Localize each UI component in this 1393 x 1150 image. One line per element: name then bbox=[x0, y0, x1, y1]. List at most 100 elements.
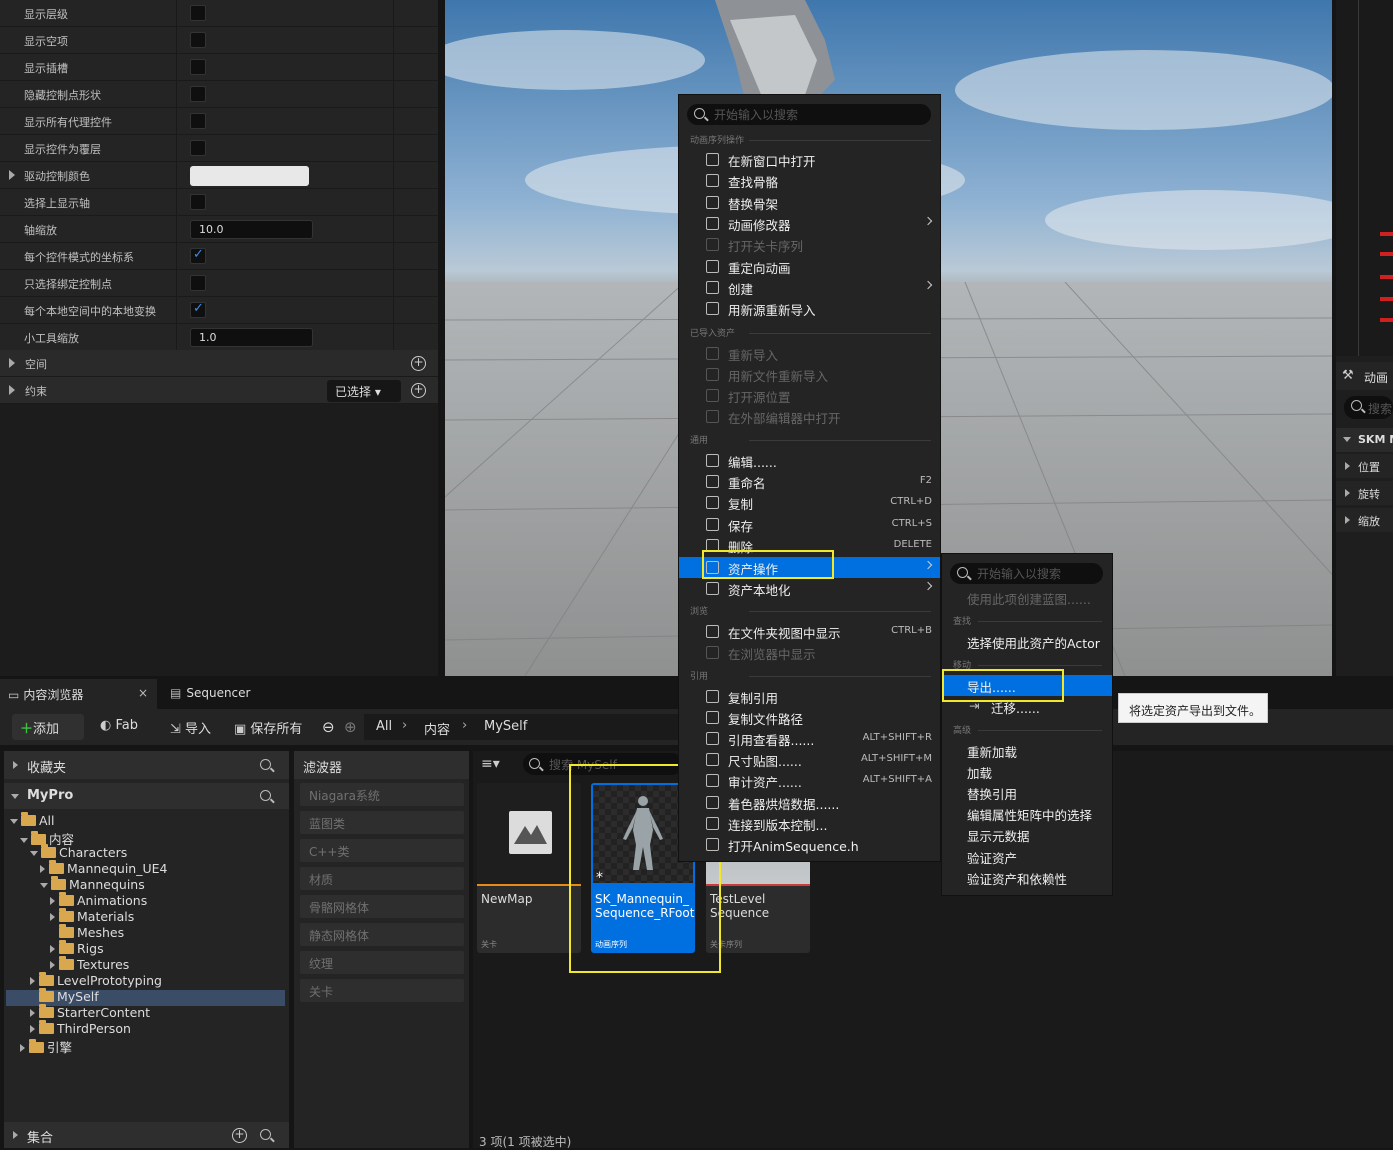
filter-item[interactable]: 材质 bbox=[300, 867, 464, 890]
filter-item[interactable]: 蓝图类 bbox=[300, 811, 464, 834]
add-circle-icon[interactable]: + bbox=[411, 356, 426, 371]
menu-item[interactable]: 复制 CTRL+D bbox=[679, 492, 940, 513]
expand-arrow-icon[interactable] bbox=[9, 385, 15, 395]
search-icon[interactable] bbox=[260, 759, 271, 770]
close-icon[interactable]: × bbox=[138, 686, 148, 700]
menu-item[interactable]: 打开AnimSequence.h bbox=[679, 834, 940, 855]
collections-header[interactable]: 集合 + bbox=[4, 1122, 289, 1148]
menu-item[interactable]: 用新文件重新导入 bbox=[679, 364, 940, 385]
menu-item[interactable]: 打开关卡序列 bbox=[679, 234, 940, 255]
menu-item[interactable]: 尺寸贴图...... ALT+SHIFT+M bbox=[679, 749, 940, 770]
add-circle-icon[interactable]: + bbox=[411, 383, 426, 398]
tree-folder[interactable]: Characters bbox=[30, 844, 127, 860]
submenu-item[interactable]: 验证资产和依赖性 bbox=[942, 867, 1112, 888]
property-checkbox[interactable] bbox=[190, 194, 206, 210]
selected-dropdown[interactable]: 已选择 ▾ bbox=[327, 380, 401, 402]
menu-item[interactable]: 保存 CTRL+S bbox=[679, 514, 940, 535]
tab-content-browser[interactable]: ▭ 内容浏览器 × bbox=[0, 679, 157, 709]
tree-folder[interactable]: ThirdPerson bbox=[30, 1020, 131, 1036]
filter-item[interactable]: C++类 bbox=[300, 839, 464, 862]
property-checkbox[interactable] bbox=[190, 247, 206, 264]
tree-folder[interactable]: Mannequins bbox=[40, 876, 145, 892]
property-checkbox[interactable] bbox=[190, 140, 206, 156]
menu-item[interactable]: 在新窗口中打开 bbox=[679, 149, 940, 170]
breadcrumb-content[interactable]: 内容 bbox=[424, 719, 450, 738]
save-all-button[interactable]: ▣ 保存所有 bbox=[226, 714, 310, 740]
tree-folder[interactable]: MySelf bbox=[30, 988, 99, 1004]
menu-item[interactable]: 资产本地化 bbox=[679, 578, 940, 599]
fab-button[interactable]: ◐ Fab bbox=[92, 714, 146, 740]
property-checkbox[interactable] bbox=[190, 113, 206, 129]
tree-folder[interactable]: Animations bbox=[50, 892, 147, 908]
add-circle-icon[interactable]: + bbox=[232, 1128, 247, 1143]
property-checkbox[interactable] bbox=[190, 5, 206, 21]
submenu-item[interactable]: 替换引用 bbox=[942, 782, 1112, 803]
constraint-section[interactable]: 约束 已选择 ▾ + bbox=[0, 377, 438, 404]
space-section[interactable]: 空间 + bbox=[0, 350, 438, 377]
property-number-field[interactable]: 10.0 bbox=[190, 220, 313, 239]
menu-item[interactable]: 用新源重新导入 bbox=[679, 298, 940, 319]
menu-item[interactable]: 复制文件路径 bbox=[679, 707, 940, 728]
transform-row[interactable]: 旋转 bbox=[1336, 481, 1393, 505]
breadcrumb-all[interactable]: All bbox=[376, 719, 392, 734]
favorites-header[interactable]: 收藏夹 bbox=[4, 751, 289, 779]
tree-folder[interactable]: Mannequin_UE4 bbox=[40, 860, 167, 876]
anim-tab[interactable]: ⚒ 动画 bbox=[1336, 362, 1393, 390]
filter-item[interactable]: 静态网格体 bbox=[300, 923, 464, 946]
menu-item[interactable]: 重新导入 bbox=[679, 343, 940, 364]
menu-item[interactable]: 动画修改器 bbox=[679, 213, 940, 234]
property-checkbox[interactable] bbox=[190, 32, 206, 48]
menu-item[interactable]: 编辑...... bbox=[679, 450, 940, 471]
tree-folder[interactable]: 引擎 bbox=[20, 1037, 72, 1056]
tree-folder[interactable]: StarterContent bbox=[30, 1004, 150, 1020]
menu-item[interactable]: 查找骨骼 bbox=[679, 170, 940, 191]
menu-item[interactable]: 着色器烘焙数据...... bbox=[679, 792, 940, 813]
filter-item[interactable]: 纹理 bbox=[300, 951, 464, 974]
submenu-item[interactable]: 使用此项创建蓝图...... bbox=[942, 587, 1112, 608]
menu-item[interactable]: 在外部编辑器中打开 bbox=[679, 406, 940, 427]
asset-card-newmap[interactable]: NewMap 关卡 bbox=[477, 783, 581, 953]
menu-item[interactable]: 打开源位置 bbox=[679, 385, 940, 406]
tree-folder[interactable]: LevelPrototyping bbox=[30, 972, 162, 988]
menu-item[interactable]: 在文件夹视图中显示 CTRL+B bbox=[679, 621, 940, 642]
menu-item[interactable]: 引用查看器...... ALT+SHIFT+R bbox=[679, 728, 940, 749]
breadcrumb-myself[interactable]: MySelf bbox=[484, 719, 527, 734]
tree-folder[interactable]: Textures bbox=[50, 956, 129, 972]
property-checkbox[interactable] bbox=[190, 86, 206, 102]
submenu-item[interactable]: 验证资产 bbox=[942, 846, 1112, 867]
filter-item[interactable]: 关卡 bbox=[300, 979, 464, 1002]
project-header[interactable]: MyPro bbox=[4, 783, 289, 809]
expand-arrow-icon[interactable] bbox=[9, 170, 15, 180]
tree-folder[interactable]: Rigs bbox=[50, 940, 104, 956]
tree-folder[interactable]: Materials bbox=[50, 908, 134, 924]
filter-icon[interactable]: ≡▾ bbox=[481, 756, 500, 772]
submenu-item[interactable]: 编辑属性矩阵中的选择 bbox=[942, 803, 1112, 824]
menu-item[interactable]: 重定向动画 bbox=[679, 256, 940, 277]
tab-sequencer[interactable]: ▤ Sequencer bbox=[162, 679, 292, 709]
menu-item[interactable]: 复制引用 bbox=[679, 686, 940, 707]
property-checkbox[interactable] bbox=[190, 301, 206, 318]
submenu-search-input[interactable]: 开始输入以搜索 bbox=[950, 563, 1103, 584]
right-search-input[interactable]: 搜索 bbox=[1344, 396, 1393, 419]
tree-folder[interactable]: Meshes bbox=[50, 924, 124, 940]
skm-section[interactable]: SKM M bbox=[1336, 428, 1393, 452]
property-checkbox[interactable] bbox=[190, 59, 206, 75]
menu-item[interactable]: 审计资产...... ALT+SHIFT+A bbox=[679, 770, 940, 791]
expand-arrow-icon[interactable] bbox=[9, 358, 15, 368]
tree-folder[interactable]: All bbox=[10, 812, 55, 828]
submenu-item[interactable]: 显示元数据 bbox=[942, 824, 1112, 845]
menu-search-input[interactable]: 开始输入以搜索 bbox=[687, 104, 931, 125]
import-button[interactable]: ⇲ 导入 bbox=[162, 714, 219, 740]
menu-item[interactable]: 连接到版本控制... bbox=[679, 813, 940, 834]
submenu-item[interactable]: 重新加载 bbox=[942, 740, 1112, 761]
menu-item[interactable]: 在浏览器中显示 bbox=[679, 642, 940, 663]
property-number-field[interactable]: 1.0 bbox=[190, 328, 313, 347]
search-icon[interactable] bbox=[260, 790, 271, 801]
submenu-item[interactable]: 选择使用此资产的Actor bbox=[942, 631, 1112, 652]
search-icon[interactable] bbox=[260, 1129, 271, 1140]
filter-item[interactable]: 骨骼网格体 bbox=[300, 895, 464, 918]
filter-item[interactable]: Niagara系统 bbox=[300, 783, 464, 806]
transform-row[interactable]: 位置 bbox=[1336, 454, 1393, 478]
menu-item[interactable]: 创建 bbox=[679, 277, 940, 298]
menu-item[interactable]: 替换骨架 bbox=[679, 192, 940, 213]
